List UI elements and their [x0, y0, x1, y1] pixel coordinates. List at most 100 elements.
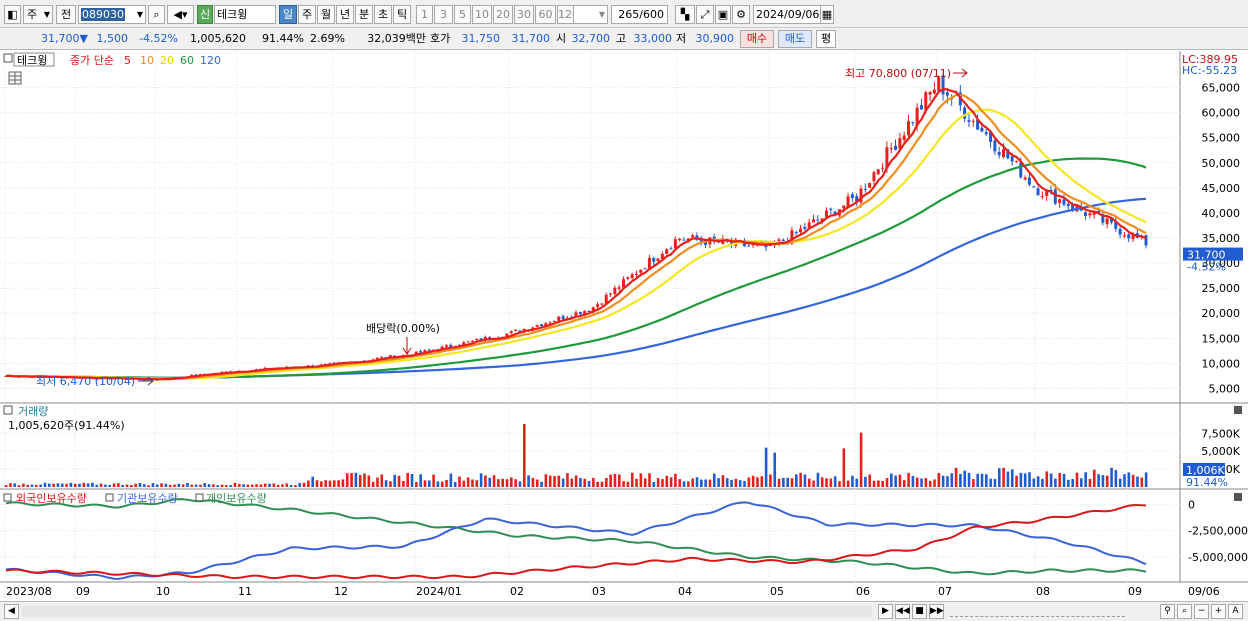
- interval-tab-5[interactable]: 30: [514, 5, 534, 24]
- candle-body: [816, 219, 820, 221]
- x-tick-label: 05: [770, 585, 784, 598]
- volume-bar: [212, 484, 215, 487]
- panel-toggle-icon[interactable]: ◧: [4, 5, 21, 24]
- period-tab-0[interactable]: 일: [279, 5, 297, 24]
- candle-body: [1118, 228, 1122, 235]
- speaker-icon[interactable]: ◀▾: [167, 5, 194, 24]
- volume-bar: [324, 480, 327, 487]
- volume-bar: [846, 480, 850, 487]
- search-icon[interactable]: ⌕: [148, 5, 165, 24]
- volume-bar: [1114, 470, 1118, 487]
- volume-bar: [1028, 472, 1031, 487]
- volume-bar: [121, 484, 124, 487]
- save-icon[interactable]: ▣: [715, 5, 731, 24]
- zoom-icon[interactable]: ⌕: [1177, 604, 1192, 619]
- volume-bar: [993, 479, 997, 487]
- scroll-right-icon[interactable]: ▶: [878, 604, 893, 619]
- stock-name-field[interactable]: 테크윙: [214, 5, 276, 24]
- stop-icon[interactable]: ■: [912, 604, 927, 619]
- code-input[interactable]: 089030 ▼: [78, 5, 146, 24]
- zoom-in-icon[interactable]: +: [1211, 604, 1226, 619]
- candle-body: [1105, 218, 1109, 224]
- rewind-icon[interactable]: ◀◀: [895, 604, 910, 619]
- buy-button[interactable]: 매수: [740, 30, 774, 48]
- volume-bar: [626, 481, 630, 487]
- volume-bar: [26, 484, 29, 487]
- market-select[interactable]: 주 ▼: [23, 5, 53, 24]
- volume-bar: [35, 484, 38, 487]
- fast-forward-icon[interactable]: ▶▶: [929, 604, 944, 619]
- candle-body: [509, 331, 513, 334]
- period-tab-6[interactable]: 틱: [393, 5, 411, 24]
- volume-bar: [656, 478, 660, 487]
- volume-bar: [777, 478, 781, 487]
- volume-bar: [963, 470, 967, 487]
- zoom-out-icon[interactable]: −: [1194, 604, 1209, 619]
- volume-bar: [1067, 479, 1070, 487]
- period-tab-3[interactable]: 년: [336, 5, 354, 24]
- candle-body: [596, 304, 600, 307]
- volume-bar: [95, 484, 99, 487]
- volume-title: 거래량: [18, 405, 48, 418]
- volume-bar: [954, 467, 958, 487]
- volume-bar: [838, 481, 841, 487]
- period-tab-4[interactable]: 분: [355, 5, 373, 24]
- price-tick-label: 65,000: [1202, 82, 1241, 95]
- period-tab-5[interactable]: 초: [374, 5, 392, 24]
- chart-svg[interactable]: 65,00060,00055,00050,00045,00040,00035,0…: [0, 51, 1248, 601]
- draw-tool-icon[interactable]: ⤢: [696, 5, 714, 24]
- volume-bar: [630, 472, 634, 487]
- volume-bar: [946, 476, 949, 487]
- current-pct-axis-label: -4.52%: [1187, 261, 1226, 274]
- volume-bar: [535, 479, 539, 487]
- interval-tab-1[interactable]: 3: [434, 5, 453, 24]
- interval-tab-3[interactable]: 10: [472, 5, 492, 24]
- x-tick-label: 09/06: [1188, 585, 1220, 598]
- volume-bar: [825, 478, 828, 487]
- volume-bar: [13, 483, 17, 487]
- volume-bar: [43, 482, 47, 487]
- open-label: 시: [556, 32, 567, 45]
- sell-button[interactable]: 매도: [778, 30, 812, 48]
- gear-icon[interactable]: ⚙: [732, 5, 750, 24]
- interval-tab-2[interactable]: 5: [454, 5, 471, 24]
- prev-button[interactable]: 전: [56, 5, 76, 24]
- count-field[interactable]: 265/600: [611, 5, 668, 24]
- candle-body: [1088, 213, 1092, 216]
- volume-bar: [1032, 478, 1036, 487]
- avg-button[interactable]: 평: [816, 30, 836, 48]
- volume-close-icon[interactable]: [1234, 406, 1242, 414]
- interval-tab-6[interactable]: 60: [535, 5, 556, 24]
- interval-custom-select[interactable]: ▼: [573, 5, 608, 24]
- volume-bar: [695, 477, 699, 487]
- candle-body: [678, 238, 682, 241]
- interval-tab-4[interactable]: 20: [493, 5, 513, 24]
- period-tab-1[interactable]: 주: [298, 5, 316, 24]
- volume-bar: [600, 481, 604, 487]
- tool-icon[interactable]: ⚲: [1160, 604, 1175, 619]
- drawing-tools[interactable]: [950, 606, 1125, 617]
- date-field[interactable]: 2024/09/06: [753, 5, 821, 24]
- volume-bar: [661, 479, 664, 487]
- period-tab-2[interactable]: 월: [317, 5, 335, 24]
- calendar-icon[interactable]: ▦: [820, 5, 834, 24]
- volume-bar: [877, 480, 880, 487]
- volume-bar: [941, 475, 945, 487]
- font-size-icon[interactable]: A: [1228, 604, 1243, 619]
- volume-bar: [760, 476, 764, 487]
- scroll-left-icon[interactable]: ◀: [4, 604, 19, 619]
- candle-body: [475, 338, 479, 341]
- volume-bar: [725, 478, 729, 487]
- holdings-close-icon[interactable]: [1234, 493, 1242, 501]
- interval-tab-0[interactable]: 1: [416, 5, 433, 24]
- scroll-track[interactable]: [22, 606, 872, 617]
- grid-tool-icon[interactable]: ▚: [675, 5, 695, 24]
- candle-body: [824, 210, 828, 218]
- chart-area[interactable]: 65,000 60,000 55,000 50,000 45,000 40,000 35,0…: [0, 51, 1248, 601]
- candle-body: [557, 316, 561, 321]
- price-tick-label: 60,000: [1202, 107, 1241, 120]
- volume-bar: [78, 483, 81, 487]
- volume-bar: [194, 484, 198, 487]
- volume-bar: [605, 477, 608, 487]
- volume-bar: [1131, 474, 1135, 487]
